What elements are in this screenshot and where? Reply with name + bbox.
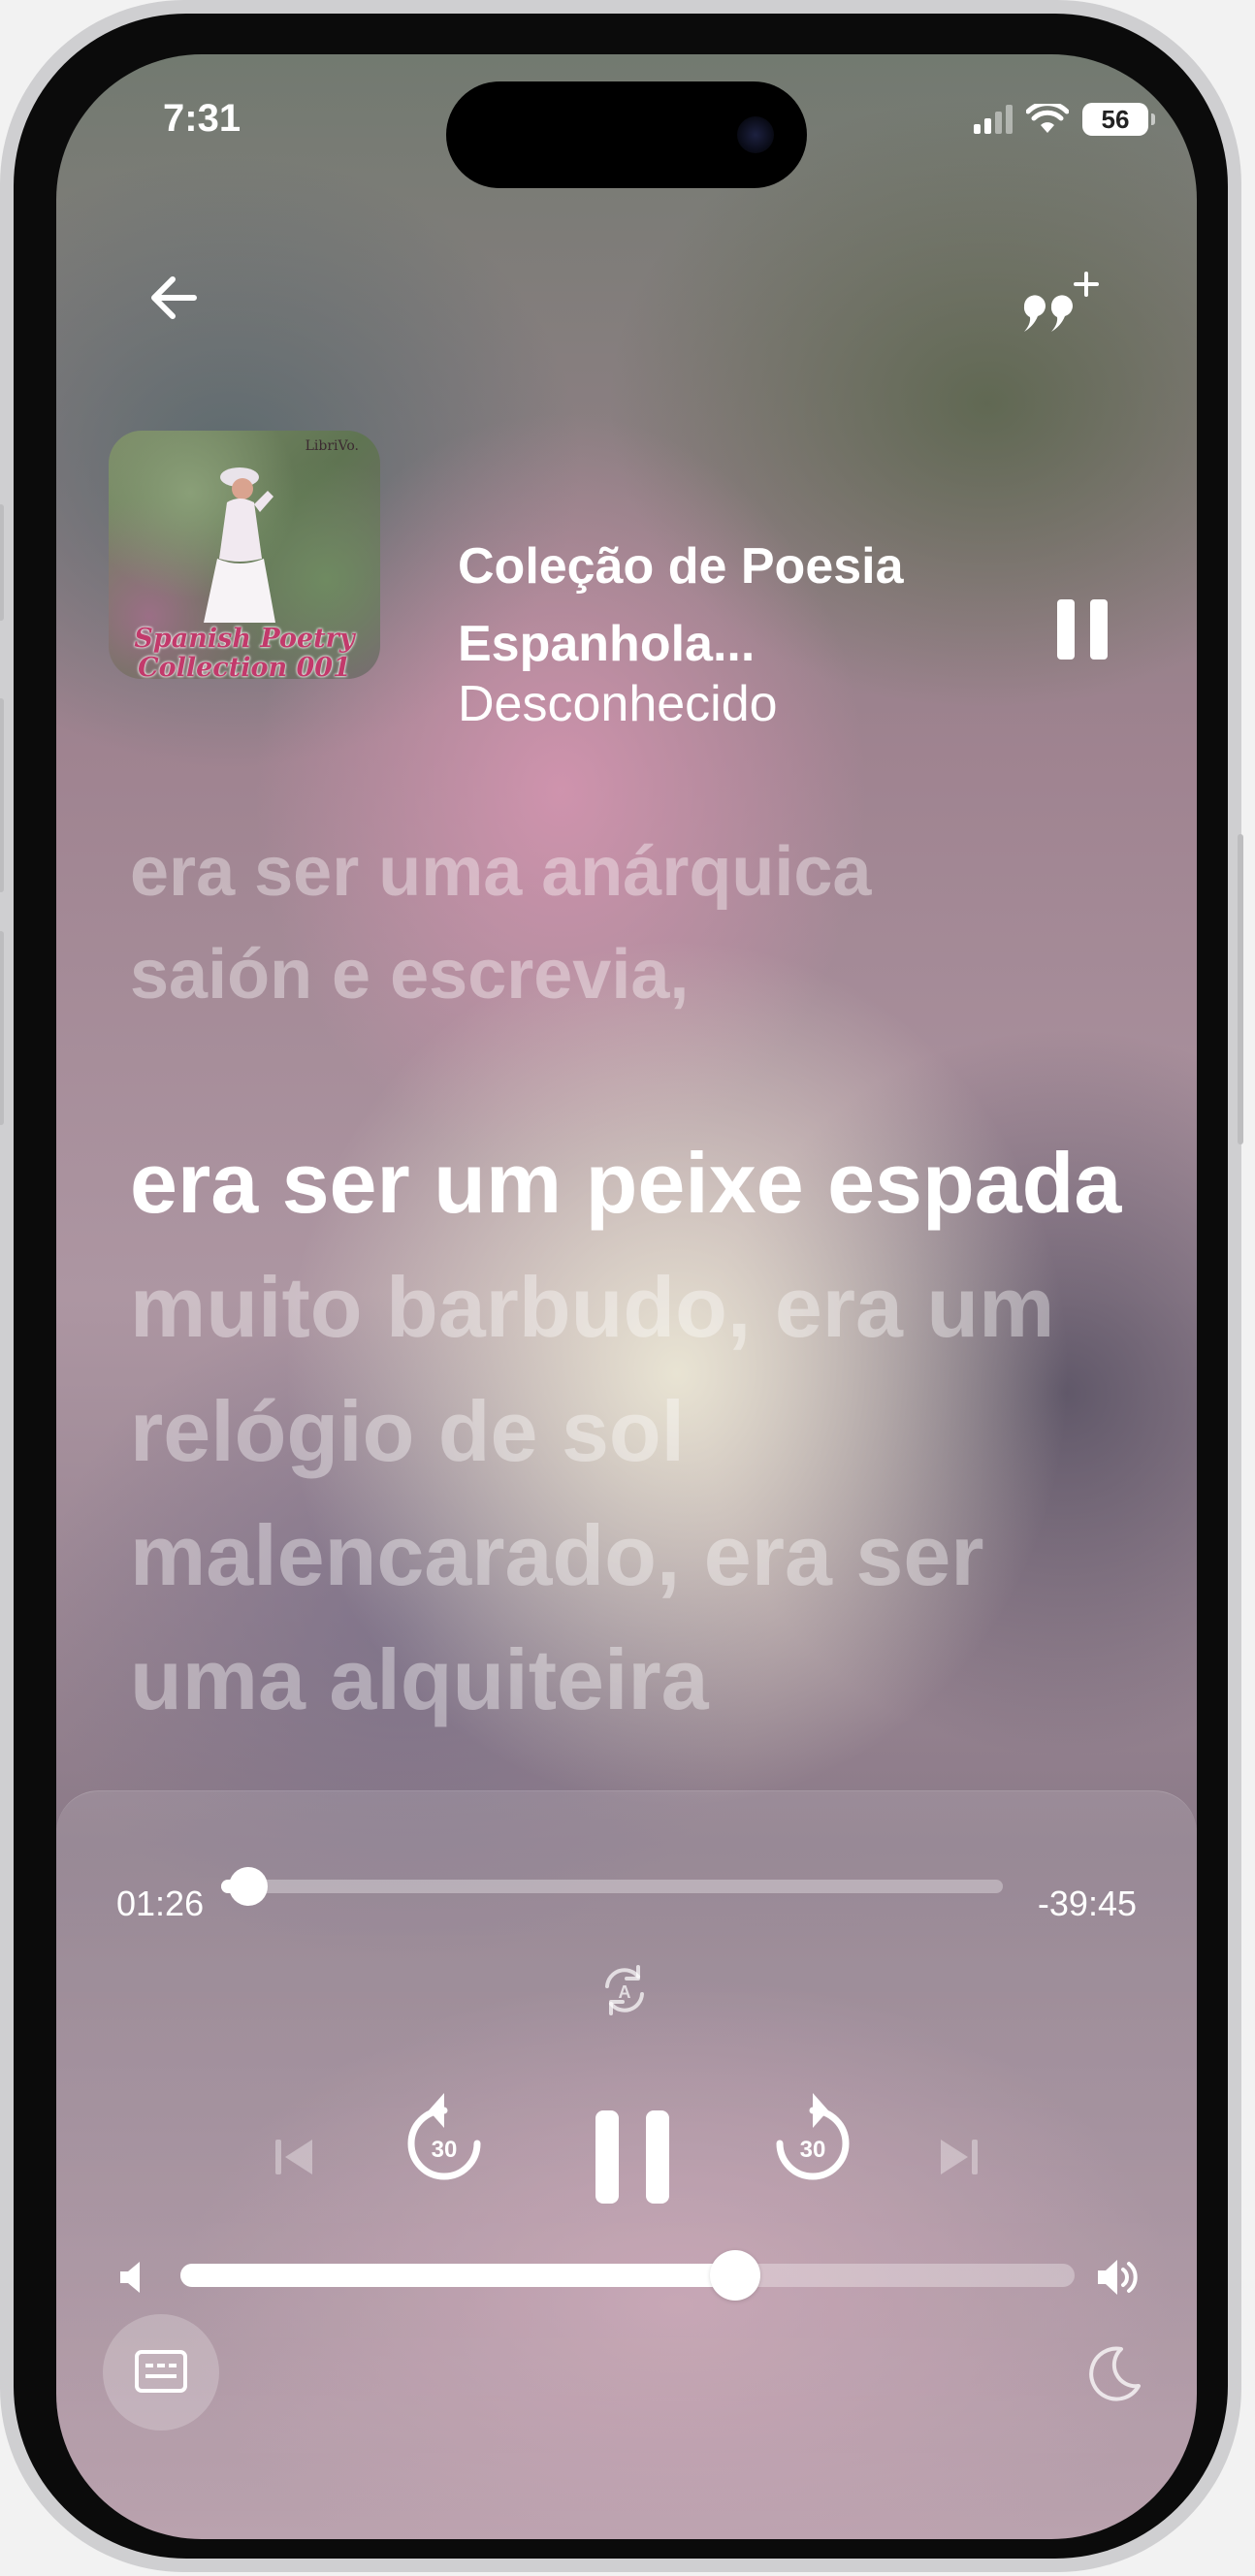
cover-figure-illustration <box>204 467 275 623</box>
skip-forward-button[interactable]: 30 <box>768 2089 857 2186</box>
svg-text:30: 30 <box>800 2137 826 2163</box>
signal-icon <box>974 105 1013 134</box>
seek-bar[interactable] <box>221 1867 1003 1906</box>
quote-plus-icon[interactable] <box>1014 266 1111 343</box>
lyric-line-current[interactable]: era ser um peixe espada muito barbudo, e… <box>130 1121 1139 1742</box>
volume-slider[interactable] <box>180 2250 1075 2301</box>
skip-forward-icon: 30 <box>776 2093 850 2180</box>
cover-title: Spanish Poetry Collection 001 <box>109 624 380 680</box>
dynamic-island <box>446 81 807 188</box>
remaining-time: -39:45 <box>1037 1884 1137 1923</box>
skip-back-button[interactable]: 30 <box>400 2089 489 2186</box>
volume-slider-handle[interactable] <box>709 2250 760 2301</box>
previous-chapter-icon[interactable] <box>272 2134 318 2180</box>
pause-icon[interactable] <box>592 2107 673 2207</box>
wifi-icon <box>1026 104 1069 133</box>
volume-up-button <box>0 698 4 892</box>
cover-publisher-tag: LibriVo. <box>305 438 359 454</box>
mini-pause-icon[interactable] <box>1053 597 1111 661</box>
volume-slider-fill <box>180 2264 735 2287</box>
cover-title-line: Collection 001 <box>138 653 351 680</box>
track-title: Coleção de Poesia Espanhola... <box>458 528 1059 683</box>
cover-title-line: Spanish Poetry <box>134 624 355 654</box>
album-cover[interactable]: LibriVo. Spanish Poetry Collection 001 <box>109 431 380 679</box>
phone-frame: 7:31 56 LibriVo. Spanish Poetry Collecti… <box>0 0 1243 2572</box>
transcript-button[interactable] <box>103 2314 219 2431</box>
track-title-line: Espanhola... <box>458 616 756 672</box>
subtitles-icon <box>135 2350 187 2393</box>
next-chapter-icon[interactable] <box>935 2134 981 2180</box>
track-title-line: Coleção de Poesia <box>458 538 904 595</box>
volume-low-icon <box>120 2262 140 2293</box>
lyric-upcoming-text: muito barbudo, era um relógio de sol mal… <box>130 1259 1055 1727</box>
auto-repeat-icon[interactable]: A <box>595 1961 654 2019</box>
svg-text:A: A <box>619 1982 631 2002</box>
power-button <box>1238 834 1243 1144</box>
camera-icon <box>737 116 774 153</box>
skip-back-icon: 30 <box>407 2093 481 2180</box>
back-arrow-icon[interactable] <box>140 264 208 332</box>
status-time: 7:31 <box>163 97 241 140</box>
battery-indicator: 56 <box>1082 103 1155 136</box>
lyric-line-previous[interactable]: era ser uma anárquica saión e escrevia, <box>130 821 1139 1026</box>
player-screen: 7:31 56 LibriVo. Spanish Poetry Collecti… <box>56 54 1197 2539</box>
seek-bar-handle[interactable] <box>229 1867 269 1906</box>
lyric-sung-text: era ser um peixe espada <box>130 1135 1122 1231</box>
sleep-timer-moon-icon[interactable] <box>1084 2343 1144 2403</box>
lyrics-view[interactable]: era ser uma anárquica saión e escrevia, … <box>130 821 1139 1742</box>
status-icons: 56 <box>974 103 1155 136</box>
action-button <box>0 504 4 621</box>
svg-text:30: 30 <box>432 2137 458 2163</box>
track-artist: Desconhecido <box>458 676 778 732</box>
lyric-line[interactable]: era ser uma anárquica <box>130 821 1139 923</box>
lyric-line[interactable]: saión e escrevia, <box>130 923 1139 1026</box>
volume-high-icon <box>1098 2260 1138 2295</box>
volume-down-button <box>0 931 4 1125</box>
elapsed-time: 01:26 <box>116 1884 205 1923</box>
